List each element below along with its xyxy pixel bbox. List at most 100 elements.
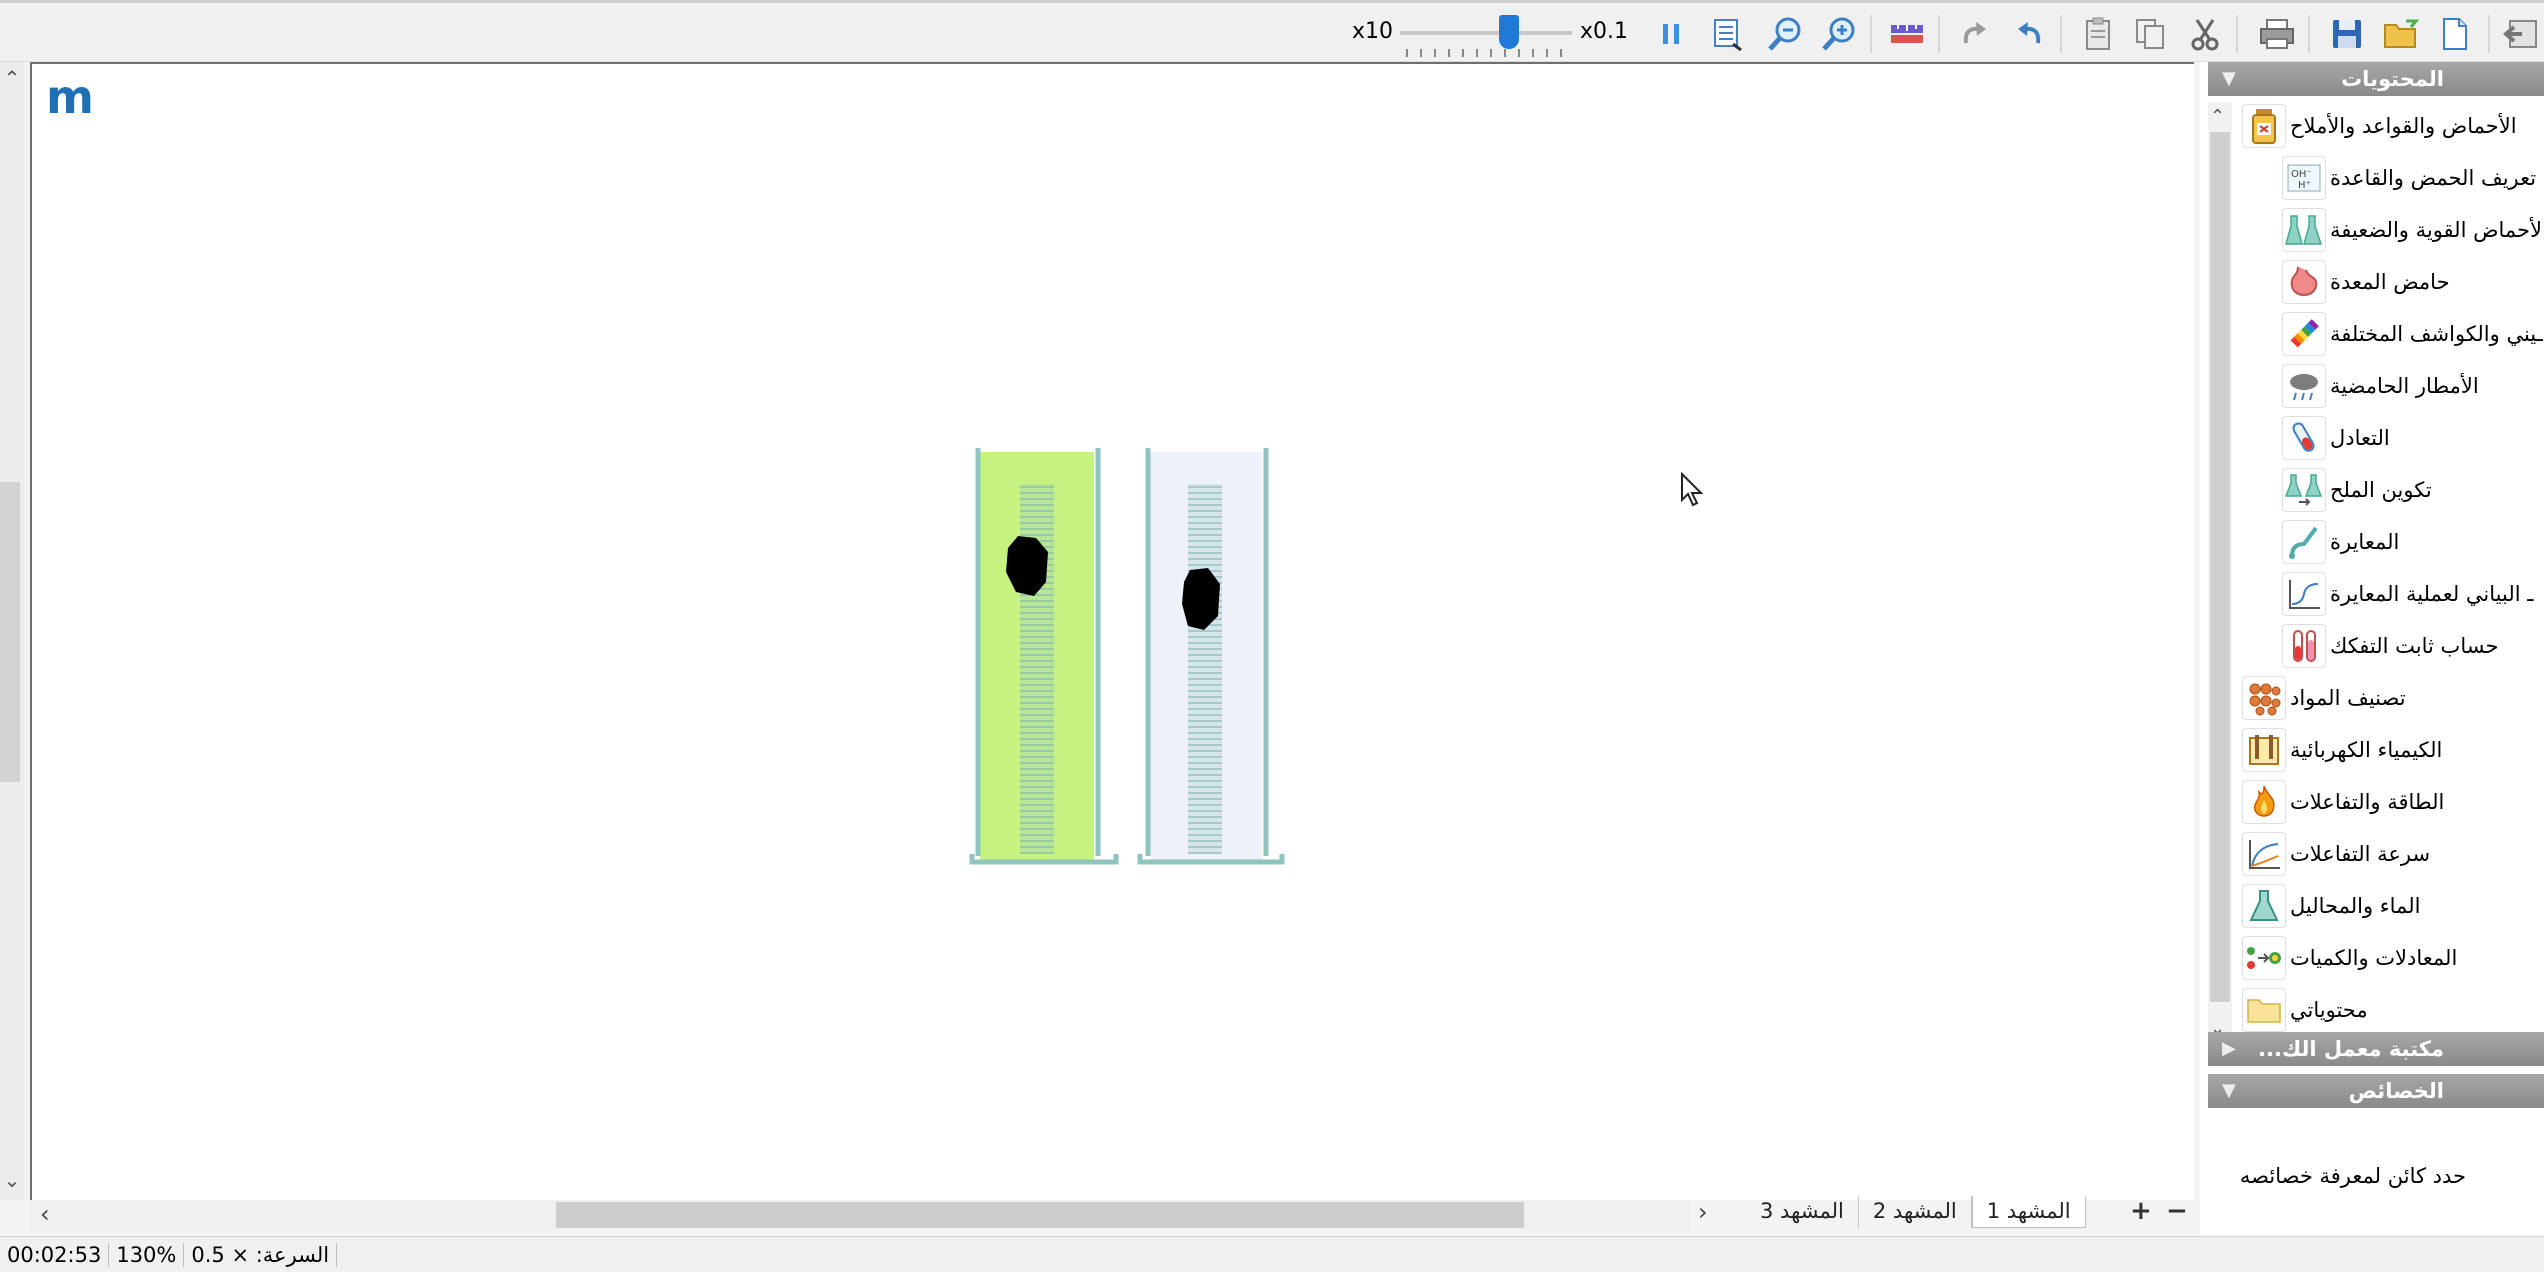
toolbar-separator	[2236, 15, 2238, 53]
tree-item-label: الأحماض والقواعد والأملاح	[2290, 114, 2517, 138]
cut-button[interactable]	[2184, 13, 2226, 55]
toolbar: x10 x0.1	[0, 0, 2544, 62]
properties-hint: حدد كائن لمعرفة خصائصه	[2239, 1164, 2466, 1188]
tree-category[interactable]: محتوياتي	[2242, 986, 2368, 1034]
ruler-icon	[1891, 25, 1923, 43]
tree-scroll-thumb[interactable]	[2210, 132, 2230, 1002]
flame-icon	[2242, 780, 2286, 824]
tree-lesson[interactable]: ـيني والكواشف المختلفة	[2282, 310, 2543, 358]
tree-item-label: تعريف الحمض والقاعدة	[2330, 166, 2537, 190]
tree-lesson[interactable]: OH⁻ H⁺ تعريف الحمض والقاعدة	[2282, 154, 2536, 202]
canvas-horizontal-scroll-thumb[interactable]	[556, 1202, 1524, 1228]
tree-item-label: حامض المعدة	[2330, 270, 2450, 294]
properties-header-label: الخصائص	[2348, 1079, 2444, 1103]
tree-category[interactable]: المعادلات والكميات	[2242, 934, 2457, 982]
open-button[interactable]	[2380, 13, 2422, 55]
tree-scroll-up-icon[interactable]: ⌃	[2210, 106, 2225, 127]
new-document-button[interactable]	[2434, 13, 2476, 55]
contents-tree: ⌃ ⌄ الأحماض والقواعد والأملاح OH⁻ H⁺ تعريف …	[2208, 102, 2544, 1042]
molecules-icon	[2242, 676, 2286, 720]
contents-panel-header[interactable]: المحتويات ▼	[2208, 62, 2544, 96]
exit-button[interactable]	[2500, 13, 2542, 55]
canvas-vertical-scrollbar[interactable]: ⌃ ⌄	[0, 62, 24, 1200]
tree-scrollbar[interactable]: ⌃ ⌄	[2208, 102, 2232, 1042]
pause-button[interactable]	[1650, 13, 1692, 55]
tree-category[interactable]: الأحماض والقواعد والأملاح	[2242, 102, 2517, 150]
fit-page-button[interactable]	[1706, 13, 1748, 55]
open-folder-icon	[2384, 19, 2420, 48]
simulation-canvas[interactable]: m	[30, 62, 2194, 1200]
graduated-cylinder-1[interactable]	[969, 448, 1119, 865]
tree-lesson[interactable]: حساب ثابت التفكك	[2282, 622, 2498, 670]
redo-button[interactable]	[1954, 13, 1996, 55]
ion-formula-icon: OH⁻ H⁺	[2282, 156, 2326, 200]
tree-category[interactable]: سرعة التفاعلات	[2242, 830, 2430, 878]
flask-icon	[2242, 884, 2286, 928]
fit-page-icon	[1714, 19, 1742, 52]
test-tubes-icon	[2282, 624, 2326, 668]
expand-arrow-icon: ▶	[2222, 1038, 2236, 1059]
scene-tab[interactable]: المشهد 3	[1746, 1196, 1859, 1228]
tree-lesson[interactable]: المعايرة	[2282, 518, 2399, 566]
side-panel: المحتويات ▼ ⌃ ⌄ الأحماض والقواعد والأملا…	[2200, 62, 2544, 1236]
tree-lesson[interactable]: الأمطار الحامضية	[2282, 362, 2479, 410]
save-button[interactable]	[2326, 13, 2368, 55]
tree-item-label: تصنيف المواد	[2290, 686, 2406, 710]
simulation-speed: السرعة: × 0.5	[184, 1242, 338, 1267]
undo-icon	[2018, 22, 2041, 44]
ruler-button[interactable]	[1886, 13, 1928, 55]
remove-scene-button[interactable]: −	[2166, 1196, 2188, 1226]
scene-tab[interactable]: المشهد 1	[1971, 1196, 2086, 1228]
tree-category[interactable]: الكيمياء الكهربائية	[2242, 726, 2442, 774]
tree-item-label: الأمطار الحامضية	[2330, 374, 2479, 398]
status-bar: 00:02:53 130% السرعة: × 0.5	[0, 1236, 2544, 1272]
tree-item-label: حساب ثابت التفكك	[2330, 634, 2499, 658]
canvas-vertical-scroll-thumb[interactable]	[0, 482, 20, 782]
copy-icon	[2136, 19, 2164, 49]
tree-lesson[interactable]: ـ البياني لعملية المعايرة	[2282, 570, 2533, 618]
speed-slider[interactable]	[1400, 13, 1572, 59]
svg-text:OH⁻: OH⁻	[2291, 169, 2312, 180]
print-button[interactable]	[2256, 13, 2298, 55]
add-scene-button[interactable]: +	[2130, 1196, 2152, 1226]
tree-item-label: محتوياتي	[2290, 998, 2368, 1022]
tree-category[interactable]: الماء والمحاليل	[2242, 882, 2420, 930]
scene-tab[interactable]: المشهد 2	[1859, 1196, 1972, 1228]
scroll-down-icon[interactable]: ⌄	[2, 1170, 22, 1190]
toolbar-separator	[1938, 15, 1940, 53]
zoom-in-button[interactable]	[1818, 13, 1860, 55]
equation-icon	[2242, 936, 2286, 980]
canvas-horizontal-scrollbar[interactable]: ‹	[30, 1200, 1690, 1230]
tree-item-label: ـيني والكواشف المختلفة	[2330, 322, 2543, 346]
zoom-out-button[interactable]	[1764, 13, 1806, 55]
tree-category[interactable]: الطاقة والتفاعلات	[2242, 778, 2444, 826]
tree-lesson[interactable]: حامض المعدة	[2282, 258, 2450, 306]
tree-item-label: تكوين الملح	[2330, 478, 2432, 502]
pause-icon	[1663, 24, 1679, 44]
tree-lesson[interactable]: الأحماض القوية والضعيفة	[2282, 206, 2544, 254]
paste-button[interactable]	[2078, 13, 2120, 55]
tree-item-label: الكيمياء الكهربائية	[2290, 738, 2443, 762]
tree-category[interactable]: تصنيف المواد	[2242, 674, 2406, 722]
zoom-out-icon	[1768, 17, 1801, 51]
tree-lesson[interactable]: تكوين الملح	[2282, 466, 2432, 514]
salt-flasks-icon	[2282, 468, 2326, 512]
speed-slider-thumb[interactable]	[1499, 15, 1519, 49]
tree-lesson[interactable]: التعادل	[2282, 414, 2390, 462]
graduated-cylinder-2[interactable]	[1137, 448, 1285, 865]
cut-icon	[2191, 19, 2219, 51]
undo-button[interactable]	[2008, 13, 2050, 55]
library-panel-header[interactable]: مكتبة معمل الك... ▶	[2208, 1032, 2544, 1066]
copy-button[interactable]	[2130, 13, 2172, 55]
toolbar-separator	[2060, 15, 2062, 53]
scene-scroll-right-icon[interactable]: ›	[1698, 1198, 1708, 1226]
paste-icon	[2086, 17, 2110, 50]
scroll-up-icon[interactable]: ⌃	[2, 68, 22, 88]
toolbar-separator	[1870, 15, 1872, 53]
collapse-arrow-icon: ▼	[2222, 1080, 2236, 1101]
folder-icon	[2242, 988, 2286, 1032]
exit-icon	[2502, 20, 2537, 48]
properties-panel-header[interactable]: الخصائص ▼	[2208, 1074, 2544, 1108]
scene-tabs: المشهد 1 المشهد 2 المشهد 3	[1746, 1196, 2086, 1230]
scroll-left-icon[interactable]: ‹	[40, 1200, 50, 1228]
